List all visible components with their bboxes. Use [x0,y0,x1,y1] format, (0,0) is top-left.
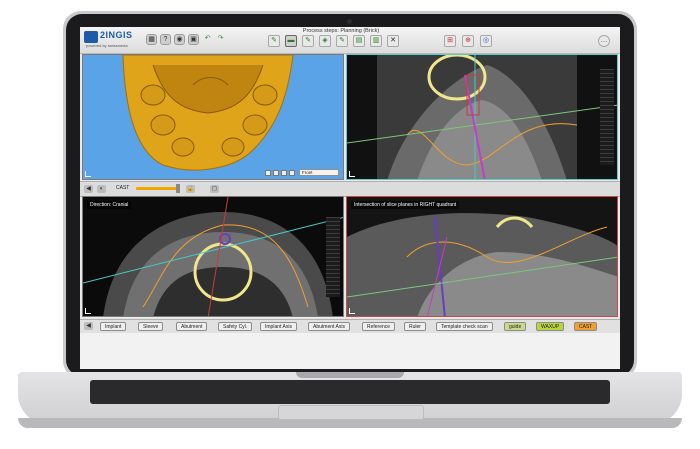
step-7-icon[interactable]: ▥ [370,35,382,47]
waxup-button[interactable]: WAXUP [536,322,565,331]
abutment-axis-button[interactable]: Abutment Axis [308,322,350,331]
layer-toggle-icon[interactable]: ◀ [84,185,93,193]
close-x-icon[interactable]: ✕ [387,35,399,47]
template-check-scan-button[interactable]: Template check scan [436,322,493,331]
keyboard [90,380,610,404]
laptop-notch [296,372,404,378]
app-logo: 2INGIS powered by swissmeda [84,29,140,51]
app-screen: 2INGIS powered by swissmeda ▦ ? ◉ ▣ ↶ ↷ … [80,27,620,369]
ruler-button[interactable]: Ruler [404,322,426,331]
layer-visibility-icon[interactable]: ◻ [210,185,219,193]
safety-cyl-button[interactable]: Safety Cyl. [218,322,253,331]
implant-axis-button[interactable]: Implant Axis [260,322,297,331]
implant-button[interactable]: Implant [100,322,127,331]
layer-toolbar: ◀ ◐ CAST 🔒 ◻ [80,181,620,197]
step-4-icon[interactable]: ◈ [319,35,331,47]
view-tool-3[interactable] [281,170,287,176]
cast-label: CAST [116,185,130,191]
axial-ct-image [83,197,343,316]
orientation-marker [349,171,355,177]
webcam-icon [347,19,352,24]
redo-icon[interactable]: ↷ [215,34,226,45]
step-3-icon[interactable]: ✎ [302,35,314,47]
orientation-marker [85,171,91,177]
lock-icon[interactable]: 🔒 [186,185,195,193]
camera-icon[interactable]: ◉ [174,34,185,45]
step-1-icon[interactable]: ✎ [268,35,280,47]
grid-icon[interactable]: ▦ [146,34,157,45]
orientation-marker [85,308,91,314]
object-toolbar: ◀ Implant Sleeve Abutment Safety Cyl. Im… [80,319,620,334]
abutment-button[interactable]: Abutment [176,322,208,331]
chat-icon[interactable]: … [598,35,610,47]
screenshot-icon[interactable]: ▣ [188,34,199,45]
guide-button[interactable]: guide [504,322,527,331]
logo-text: 2INGIS [100,30,133,40]
coronal-ct-image [347,55,617,179]
view-sagittal[interactable]: Intersection of slice planes in RIGHT qu… [346,196,618,317]
sagittal-ct-image [347,213,617,316]
view-layout-1-icon[interactable]: ⊞ [444,35,456,47]
view-tool-2[interactable] [273,170,279,176]
cast-opacity-slider[interactable] [136,187,178,190]
view-direction-select[interactable]: Front [299,169,339,176]
undo-icon[interactable]: ↶ [202,34,213,45]
reference-button[interactable]: Reference [362,322,396,331]
step-2-icon[interactable]: ▬ [285,35,297,47]
trackpad [278,405,424,420]
view-coronal[interactable] [346,54,618,180]
collapse-icon[interactable]: ◀ [84,322,93,330]
view-axial[interactable]: Direction: Cranial [82,196,344,317]
logo-mark-icon [84,31,98,43]
orientation-marker [349,308,355,314]
dental-3d-model [122,55,294,171]
view-tool-1[interactable] [265,170,271,176]
toolbar: 2INGIS powered by swissmeda ▦ ? ◉ ▣ ↶ ↷ … [80,27,620,54]
cast-model-icon[interactable]: ◐ [97,185,106,193]
screen-empty-area [80,333,620,369]
help-icon[interactable]: ? [160,34,171,45]
sleeve-button[interactable]: Sleeve [138,322,164,331]
logo-subtext: powered by swissmeda [86,43,128,48]
depth-ruler [326,217,340,297]
step-6-icon[interactable]: ▤ [353,35,365,47]
depth-ruler [600,69,614,165]
view-layout-3-icon[interactable]: ◎ [480,35,492,47]
cast-opacity-thumb[interactable] [176,184,180,193]
step-5-icon[interactable]: ✎ [336,35,348,47]
view-tool-4[interactable] [289,170,295,176]
view-3d[interactable]: Front [82,54,344,180]
view-layout-2-icon[interactable]: ⊕ [462,35,474,47]
sagittal-intersection-label: Intersection of slice planes in RIGHT qu… [351,201,460,209]
process-title: Process steps: Planning (Brick) [302,28,380,34]
cast-button[interactable]: CAST [574,322,598,331]
axial-direction-label: Direction: Cranial [87,201,132,209]
